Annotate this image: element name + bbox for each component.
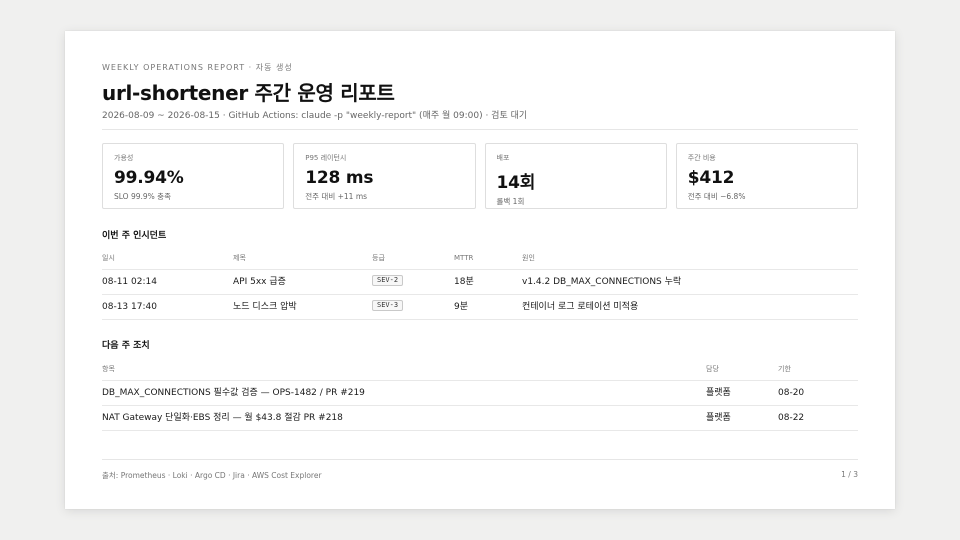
column-header: 등급: [372, 254, 385, 262]
table-row: 08-13 17:40 노드 디스크 압박 SEV-3 9분 컨테이너 로그 로…: [102, 295, 858, 320]
severity-badge: SEV-3: [372, 300, 404, 311]
severity-badge: SEV-2: [372, 275, 404, 286]
actions-title: 다음 주 조치: [102, 341, 150, 351]
action-item: NAT Gateway 단일화·EBS 정리 — 월 $43.8 절감 PR #…: [102, 413, 343, 423]
incidents-table: 일시 제목 등급 MTTR 원인 08-11 02:14 API 5xx 급증 …: [102, 247, 858, 320]
actions-table: 항목 담당 기한 DB_MAX_CONNECTIONS 필수값 검증 — OPS…: [102, 358, 858, 431]
severity-badge-wrap: SEV-2: [372, 270, 404, 294]
column-header: 일시: [102, 254, 115, 262]
table-header: 일시 제목 등급 MTTR 원인: [102, 247, 858, 270]
kpi-value: 128 ms: [305, 168, 374, 188]
page-number: 1 / 3: [841, 470, 858, 479]
kpi-card-availability: 가용성 99.94% SLO 99.9% 충족: [102, 143, 285, 209]
action-due: 08-20: [778, 388, 805, 398]
severity-badge-wrap: SEV-3: [372, 295, 404, 319]
column-header: 제목: [233, 254, 246, 262]
footer-sources: 출처: Prometheus · Loki · Argo CD · Jira ·…: [102, 471, 322, 480]
report-page: WEEKLY OPERATIONS REPORT · 자동 생성 url-sho…: [65, 31, 895, 509]
kpi-note: SLO 99.9% 충족: [114, 192, 171, 201]
kpi-cards: 가용성 99.94% SLO 99.9% 충족 P95 레이턴시 128 ms …: [102, 143, 858, 209]
kpi-label: P95 레이턴시: [305, 154, 347, 162]
table-header: 항목 담당 기한: [102, 358, 858, 381]
column-header: 담당: [706, 365, 719, 373]
column-header: MTTR: [454, 254, 474, 262]
action-owner: 플랫폼: [706, 388, 731, 398]
page-title: url-shortener 주간 운영 리포트: [102, 81, 395, 105]
incident-time: 08-11 02:14: [102, 277, 157, 287]
kpi-note: 전주 대비 −6.8%: [687, 192, 746, 201]
incident-time: 08-13 17:40: [102, 302, 157, 312]
kpi-label: 주간 비용: [687, 154, 716, 162]
incident-cause: 컨테이너 로그 로테이션 미적용: [522, 302, 639, 312]
incident-subject: 노드 디스크 압박: [233, 302, 297, 312]
table-row: 08-11 02:14 API 5xx 급증 SEV-2 18분 v1.4.2 …: [102, 270, 858, 295]
kpi-note: 전주 대비 +11 ms: [305, 192, 368, 201]
kpi-label: 가용성: [114, 154, 134, 162]
report-meta: 2026-08-09 ~ 2026-08-15 · GitHub Actions…: [102, 111, 528, 121]
column-header: 기한: [778, 365, 791, 373]
incident-mttr: 18분: [454, 277, 474, 287]
column-header: 원인: [522, 254, 535, 262]
kpi-value: 99.94%: [114, 168, 184, 188]
report-eyebrow: WEEKLY OPERATIONS REPORT · 자동 생성: [102, 63, 293, 72]
table-row: NAT Gateway 단일화·EBS 정리 — 월 $43.8 절감 PR #…: [102, 406, 858, 431]
kpi-card-latency: P95 레이턴시 128 ms 전주 대비 +11 ms: [293, 143, 476, 209]
column-header: 항목: [102, 365, 115, 373]
kpi-value: 14회: [496, 173, 536, 193]
action-item: DB_MAX_CONNECTIONS 필수값 검증 — OPS-1482 / P…: [102, 388, 365, 398]
incidents-title: 이번 주 인시던트: [102, 231, 167, 241]
kpi-value: $412: [687, 168, 735, 188]
kpi-card-cost: 주간 비용 $412 전주 대비 −6.8%: [675, 143, 858, 209]
footer-divider: [102, 459, 858, 460]
kpi-card-deploys: 배포 14회 롤백 1회: [484, 143, 667, 209]
table-row: DB_MAX_CONNECTIONS 필수값 검증 — OPS-1482 / P…: [102, 381, 858, 406]
kpi-note: 롤백 1회: [496, 197, 525, 206]
action-due: 08-22: [778, 413, 805, 423]
kpi-label: 배포: [496, 154, 510, 162]
incident-cause: v1.4.2 DB_MAX_CONNECTIONS 누락: [522, 277, 682, 287]
header-divider: [102, 129, 858, 130]
action-owner: 플랫폼: [706, 413, 731, 423]
incident-subject: API 5xx 급증: [233, 277, 286, 287]
incident-mttr: 9분: [454, 302, 469, 312]
